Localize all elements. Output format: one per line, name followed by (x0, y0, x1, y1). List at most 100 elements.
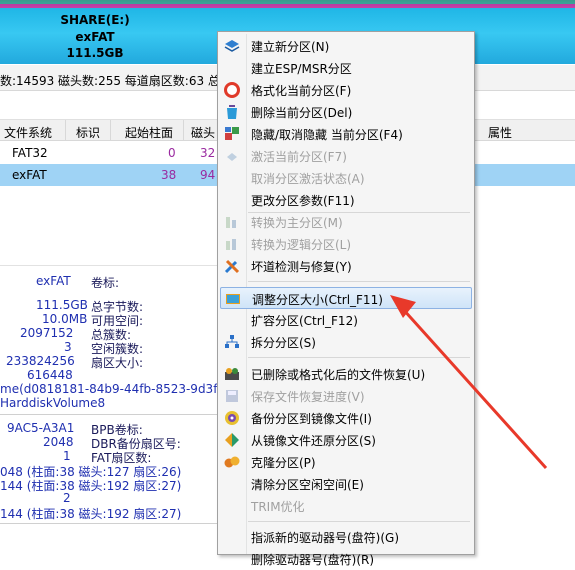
menu-item-activate[interactable]: 激活当前分区(F7) (220, 145, 472, 167)
menu-item-bad-sector[interactable]: 坏道检测与修复(Y) (220, 255, 472, 277)
menu-item-trim[interactable]: TRIM优化 (220, 495, 472, 517)
menu-item-to-logical[interactable]: 转换为逻辑分区(L) (220, 233, 472, 255)
menu-label: 保存文件恢复进度(V) (251, 390, 365, 404)
menu-item-esp-msr[interactable]: 建立ESP/MSR分区 (220, 57, 472, 79)
menu-label: 更改分区参数(F11) (251, 194, 355, 208)
menu-item-hide[interactable]: 隐藏/取消隐藏 当前分区(F4) (220, 123, 472, 145)
menu-item-split[interactable]: 拆分分区(S) (220, 331, 472, 353)
lifebuoy-icon (224, 82, 240, 98)
detail-value: 2048 (43, 435, 74, 449)
menu-item-wipe-free[interactable]: 清除分区空闲空间(E) (220, 473, 472, 495)
menu-item-change-params[interactable]: 更改分区参数(F11) (220, 189, 472, 211)
detail-value: 1 (63, 449, 71, 463)
menu-label: 调整分区大小(Ctrl_F11) (252, 293, 383, 307)
detail-value: 9AC5-A3A1 (7, 421, 75, 435)
menu-separator (248, 521, 470, 522)
details-divider (0, 414, 222, 415)
context-menu: 建立新分区(N) 建立ESP/MSR分区 格式化当前分区(F) 删除当前分区(D… (217, 31, 475, 567)
detail-fs: exFAT (36, 274, 71, 288)
menu-label: 删除驱动器号(盘符)(R) (251, 553, 375, 567)
partition-size: 111.5GB (66, 46, 124, 60)
row-fs: exFAT (12, 168, 47, 182)
menu-label: 扩容分区(Ctrl_F12) (251, 314, 358, 328)
clone-icon (224, 456, 240, 468)
backup-icon (225, 411, 239, 425)
disk-info-text: 数:14593 磁头数:255 每道扇区数:63 总 (0, 74, 220, 88)
detail-value: 10.0MB (42, 312, 88, 326)
top-color-strip (0, 0, 575, 8)
tools-icon (224, 259, 240, 274)
menu-label: 克隆分区(P) (251, 456, 316, 470)
menu-separator (248, 281, 470, 282)
menu-item-clone[interactable]: 克隆分区(P) (220, 451, 472, 473)
menu-item-resize[interactable]: 调整分区大小(Ctrl_F11) (220, 287, 472, 309)
menu-item-restore[interactable]: 从镜像文件还原分区(S) (220, 429, 472, 451)
menu-item-deactivate[interactable]: 取消分区激活状态(A) (220, 167, 472, 189)
detail-line: 2 (63, 491, 71, 505)
details-divider (0, 523, 222, 524)
col-filesystem[interactable]: 文件系统 (4, 124, 52, 141)
menu-item-new-partition[interactable]: 建立新分区(N) (220, 35, 472, 57)
detail-value: 111.5GB (36, 298, 88, 312)
detail-guid: me(d0818181-84b9-44fb-8523-9d3fe9 (0, 382, 233, 396)
menu-item-format[interactable]: 格式化当前分区(F) (220, 79, 472, 101)
menu-label: 备份分区到镜像文件(I) (251, 412, 372, 426)
detail-label-key: 卷标: (91, 276, 120, 290)
detail-line: 144 (柱面:38 磁头:192 扇区:27) (0, 507, 182, 521)
menu-label: 指派新的驱动器号(盘符)(G) (251, 531, 400, 545)
menu-item-save-progress[interactable]: 保存文件恢复进度(V) (220, 385, 472, 407)
menu-label: 转换为主分区(M) (251, 216, 343, 230)
convert-primary-icon (226, 217, 236, 228)
menu-label: 取消分区激活状态(A) (251, 172, 365, 186)
col-head[interactable]: 磁头 (191, 124, 215, 141)
menu-item-expand[interactable]: 扩容分区(Ctrl_F12) (220, 309, 472, 331)
menu-label: 格式化当前分区(F) (251, 84, 352, 98)
partition-fs: exFAT (75, 30, 115, 44)
detail-value: 2097152 (20, 326, 74, 340)
layers-icon (224, 40, 240, 52)
col-flag[interactable]: 标识 (76, 124, 100, 141)
menu-item-to-primary[interactable]: 转换为主分区(M) (220, 211, 472, 233)
col-attribute[interactable]: 属性 (488, 124, 512, 141)
menu-label: 激活当前分区(F7) (251, 150, 347, 164)
detail-value: 616448 (27, 368, 73, 382)
menu-label: 隐藏/取消隐藏 当前分区(F4) (251, 128, 403, 142)
menu-item-file-recovery[interactable]: 已删除或格式化后的文件恢复(U) (220, 363, 472, 385)
row-head: 94 (200, 168, 216, 182)
menu-label: TRIM优化 (251, 500, 305, 514)
menu-label: 已删除或格式化后的文件恢复(U) (251, 368, 426, 382)
row-head: 32 (200, 146, 216, 160)
detail-key: 扇区大小: (91, 356, 144, 370)
convert-logical-icon (226, 239, 236, 250)
save-icon (226, 390, 238, 402)
menu-item-delete[interactable]: 删除当前分区(Del) (220, 101, 472, 123)
detail-volume: HarddiskVolume8 (0, 396, 106, 410)
puzzle-icon (225, 127, 239, 140)
menu-label: 坏道检测与修复(Y) (251, 260, 352, 274)
menu-label: 从镜像文件还原分区(S) (251, 434, 376, 448)
menu-label: 建立新分区(N) (251, 40, 330, 54)
restore-icon (225, 433, 239, 447)
detail-value: 3 (64, 340, 72, 354)
detail-line: 144 (柱面:38 磁头:192 扇区:27) (0, 479, 182, 493)
detail-value: 233824256 (6, 354, 75, 368)
menu-label: 清除分区空闲空间(E) (251, 478, 364, 492)
menu-label: 删除当前分区(Del) (251, 106, 353, 120)
row-fs: FAT32 (12, 146, 48, 160)
trash-icon (227, 105, 237, 119)
col-start-cylinder[interactable]: 起始柱面 (125, 124, 173, 141)
menu-label: 建立ESP/MSR分区 (251, 62, 352, 76)
menu-separator (248, 357, 470, 358)
split-icon (225, 335, 239, 348)
row-cylinder: 0 (168, 146, 176, 160)
menu-item-remove-letter[interactable]: 删除驱动器号(盘符)(R) (220, 548, 472, 570)
menu-label: 拆分分区(S) (251, 336, 316, 350)
menu-label: 转换为逻辑分区(L) (251, 238, 352, 252)
row-cylinder: 38 (161, 168, 177, 182)
menu-item-backup[interactable]: 备份分区到镜像文件(I) (220, 407, 472, 429)
activate-icon (227, 153, 237, 161)
recover-icon (225, 368, 239, 380)
menu-item-assign-letter[interactable]: 指派新的驱动器号(盘符)(G) (220, 526, 472, 548)
partition-name: SHARE(E:) (60, 13, 130, 27)
resize-icon (226, 294, 240, 304)
